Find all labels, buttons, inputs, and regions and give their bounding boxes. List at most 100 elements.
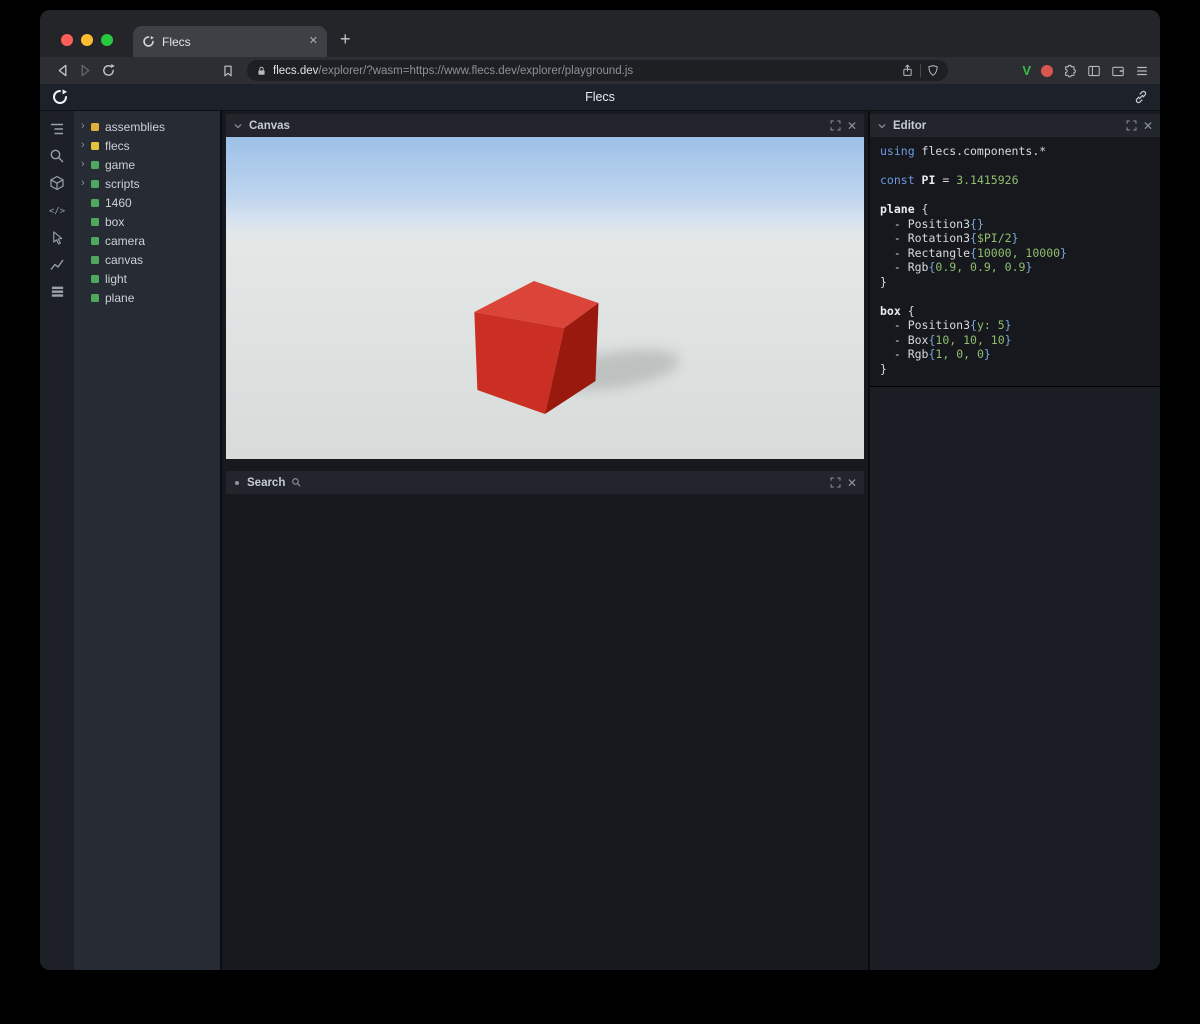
tree-item-flecs[interactable]: › flecs <box>74 136 220 155</box>
entity-color-square <box>91 294 99 302</box>
expand-arrow-icon[interactable]: › <box>81 178 91 189</box>
tree-item-scripts[interactable]: › scripts <box>74 174 220 193</box>
entity-label: plane <box>105 291 134 305</box>
entity-color-square <box>91 199 99 207</box>
url-path: /explorer/?wasm=https://www.flecs.dev/ex… <box>318 65 633 77</box>
code-line: box { <box>880 304 1150 319</box>
entity-color-square <box>91 275 99 283</box>
tables-icon[interactable] <box>48 282 66 300</box>
search-panel-header: Search ✕ <box>226 471 864 494</box>
code-line: } <box>880 362 1150 377</box>
address-bar[interactable]: flecs.dev/explorer/?wasm=https://www.fle… <box>247 60 948 81</box>
close-icon[interactable]: ✕ <box>847 477 857 489</box>
tree-icon[interactable] <box>48 120 66 138</box>
inspector-cursor-icon[interactable] <box>48 228 66 246</box>
code-line: - Rgb{1, 0, 0} <box>880 347 1150 362</box>
code-line: plane { <box>880 202 1150 217</box>
entity-tree: › assemblies › flecs › game › scripts 1460 box cam… <box>74 111 220 970</box>
sidebar-toggle-icon[interactable] <box>1087 64 1101 78</box>
url-text: flecs.dev/explorer/?wasm=https://www.fle… <box>273 65 895 77</box>
3d-scene[interactable] <box>226 137 864 459</box>
back-icon[interactable] <box>51 60 74 82</box>
editor-panel-header: Editor ✕ <box>870 114 1160 137</box>
browser-tab[interactable]: Flecs ✕ <box>133 26 327 57</box>
zoom-window-button[interactable] <box>101 34 113 46</box>
puzzle-extensions-icon[interactable] <box>1063 64 1077 78</box>
main-column: Canvas ✕ <box>220 111 870 970</box>
editor-code[interactable]: using flecs.components.* const PI = 3.14… <box>870 137 1160 387</box>
entity-label: scripts <box>105 177 140 191</box>
editor-panel-title: Editor <box>893 120 926 132</box>
code-line: - Box{10, 10, 10} <box>880 333 1150 348</box>
svg-text:</>: </> <box>49 207 66 217</box>
code-line: - Rgb{0.9, 0.9, 0.9} <box>880 260 1150 275</box>
fullscreen-icon[interactable] <box>830 120 841 131</box>
code-line <box>880 159 1150 174</box>
left-icon-sidebar: </> <box>40 111 74 970</box>
entity-color-square <box>91 161 99 169</box>
stats-icon[interactable] <box>48 255 66 273</box>
tree-item-canvas[interactable]: canvas <box>74 250 220 269</box>
canvas-viewport[interactable] <box>226 137 864 459</box>
minimize-window-button[interactable] <box>81 34 93 46</box>
canvas-panel-title: Canvas <box>249 120 290 132</box>
bookmark-icon[interactable] <box>216 60 239 82</box>
page-title: Flecs <box>40 90 1160 104</box>
expand-arrow-icon[interactable]: › <box>81 121 91 132</box>
reload-icon[interactable] <box>97 60 120 82</box>
code-line: - Position3{y: 5} <box>880 318 1150 333</box>
forward-icon[interactable] <box>74 60 97 82</box>
entity-color-square <box>91 237 99 245</box>
url-host: flecs.dev <box>273 65 318 77</box>
editor-column: Editor ✕ using flecs.components.* const … <box>870 111 1160 970</box>
tree-item-assemblies[interactable]: › assemblies <box>74 117 220 136</box>
chevron-down-icon[interactable] <box>877 121 887 131</box>
entity-label: 1460 <box>105 196 132 210</box>
tree-item-camera[interactable]: camera <box>74 231 220 250</box>
extension-v-icon[interactable]: V <box>1022 63 1031 78</box>
entity-color-square <box>91 142 99 150</box>
code-line <box>880 188 1150 203</box>
entity-color-square <box>91 180 99 188</box>
extension-red-icon[interactable] <box>1041 65 1053 77</box>
new-tab-button[interactable]: + <box>340 30 351 48</box>
menu-icon[interactable] <box>1135 64 1149 78</box>
lock-icon <box>256 65 267 77</box>
code-line: - Rectangle{10000, 10000} <box>880 246 1150 261</box>
expand-arrow-icon[interactable]: › <box>81 140 91 151</box>
window-controls <box>61 34 113 46</box>
close-icon[interactable]: ✕ <box>847 120 857 132</box>
app-body: </> › assemblies › flecs › game › scripts 1460 bo… <box>40 111 1160 970</box>
entity-label: game <box>105 158 135 172</box>
canvas-panel-header: Canvas ✕ <box>226 114 864 137</box>
expand-arrow-icon[interactable]: › <box>81 159 91 170</box>
tree-item-box[interactable]: box <box>74 212 220 231</box>
search-panel-title: Search <box>247 477 285 489</box>
entities-icon[interactable] <box>48 174 66 192</box>
flecs-logo-icon <box>52 89 68 105</box>
search-icon[interactable] <box>48 147 66 165</box>
app-header: Flecs <box>40 84 1160 111</box>
entity-label: flecs <box>105 139 130 153</box>
tree-item-plane[interactable]: plane <box>74 288 220 307</box>
tree-item-game[interactable]: › game <box>74 155 220 174</box>
tree-item-light[interactable]: light <box>74 269 220 288</box>
brave-shield-icon[interactable] <box>927 64 939 77</box>
tab-close-icon[interactable]: ✕ <box>309 36 318 47</box>
browser-window: Flecs ✕ + flecs.dev/explore <box>40 10 1160 970</box>
share-icon[interactable] <box>901 64 914 77</box>
wallet-icon[interactable] <box>1111 64 1125 78</box>
close-window-button[interactable] <box>61 34 73 46</box>
fullscreen-icon[interactable] <box>830 477 841 488</box>
chevron-down-icon[interactable] <box>233 121 243 131</box>
browser-tab-bar: Flecs ✕ + <box>40 10 1160 57</box>
close-icon[interactable]: ✕ <box>1143 120 1153 132</box>
entity-label: camera <box>105 234 145 248</box>
code-icon[interactable]: </> <box>48 201 66 219</box>
magnifier-icon <box>291 477 302 488</box>
entity-label: assemblies <box>105 120 165 134</box>
tree-item-1460[interactable]: 1460 <box>74 193 220 212</box>
share-link-icon[interactable] <box>1134 90 1148 104</box>
fullscreen-icon[interactable] <box>1126 120 1137 131</box>
entity-color-square <box>91 123 99 131</box>
